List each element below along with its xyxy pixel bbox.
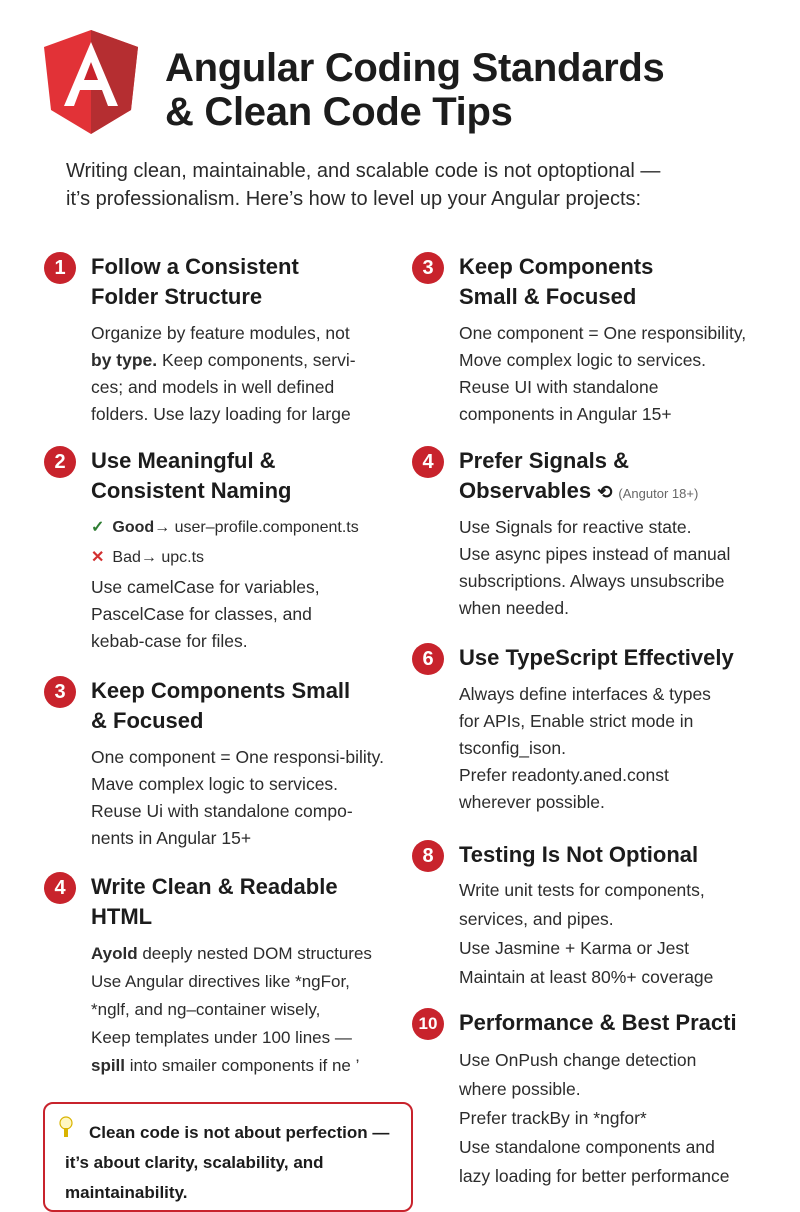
- refresh-icon: ⟲: [597, 482, 613, 502]
- tip-title: Testing Is Not Optional: [459, 842, 699, 867]
- bad-example: ✕ Bad→ upc.ts: [91, 549, 205, 566]
- lightbulb-icon: [59, 1116, 73, 1137]
- tip-body: One component = One responsi-bility. Mav…: [91, 747, 384, 848]
- intro-line-2: it’s professionalism. Here’s how to leve…: [66, 188, 642, 210]
- cross-icon: ✕: [91, 549, 105, 566]
- tip-body: Use camelCase for variables, PascelCase …: [91, 577, 320, 651]
- tip-title: Write Clean & Readable HTML: [91, 874, 338, 929]
- number-badge: 3: [412, 252, 444, 284]
- tip-body: Always define interfaces & types for API…: [459, 684, 711, 812]
- tip-title: Keep Components Small & Focused: [459, 254, 654, 309]
- tip-body: Write unit tests for components, service…: [459, 880, 714, 987]
- callout-box: Clean code is not about perfection — it’…: [43, 1102, 413, 1212]
- naming-examples: ✓ Good→ user–profile.component.ts ✕ Bad→ u…: [91, 514, 359, 571]
- callout-text: Clean code is not about perfection —: [89, 1123, 390, 1142]
- version-note: (Angutor 18+): [618, 486, 699, 501]
- number-badge: 4: [412, 446, 444, 478]
- tip-title: Follow a Consistent Folder Structure: [91, 254, 299, 309]
- number-badge: 3: [44, 676, 76, 708]
- tip-title: Performance & Best Practi: [459, 1010, 737, 1035]
- tip-body: Use OnPush change detection where possib…: [459, 1050, 730, 1186]
- tip-body: Ayold deeply nested DOM structures Use A…: [91, 944, 372, 1075]
- number-badge: 2: [44, 446, 76, 478]
- tip-body: Organize by feature modules, not by type…: [91, 323, 356, 424]
- tip-title: Prefer Signals & Observables ⟲ (Angutor …: [459, 448, 699, 503]
- title-line-1: Angular Coding Standards: [165, 46, 665, 90]
- title-line-2: & Clean Code Tips: [165, 90, 513, 134]
- angular-logo-icon: [44, 30, 138, 134]
- page-title: Angular Coding Standards & Clean Code Ti…: [165, 46, 665, 134]
- intro-line-1: Writing clean, maintainable, and scalabl…: [66, 160, 661, 182]
- good-example: ✓ Good→ user–profile.component.ts: [91, 519, 359, 536]
- tip-title: Use TypeScript Effectively: [459, 645, 734, 670]
- intro-paragraph: Writing clean, maintainable, and scalabl…: [66, 157, 766, 213]
- tip-title: Keep Components Small & Focused: [91, 678, 351, 733]
- number-badge: 1: [44, 252, 76, 284]
- number-badge: 4: [44, 872, 76, 904]
- tip-title: Use Meaningful & Consistent Naming: [91, 448, 292, 503]
- number-badge: 6: [412, 643, 444, 675]
- check-icon: ✓: [91, 519, 105, 536]
- tip-body: Use Signals for reactive state. Use asyn…: [459, 517, 731, 618]
- number-badge: 10: [412, 1008, 444, 1040]
- number-badge: 8: [412, 840, 444, 872]
- tip-body: One component = One responsibility, Move…: [459, 323, 747, 424]
